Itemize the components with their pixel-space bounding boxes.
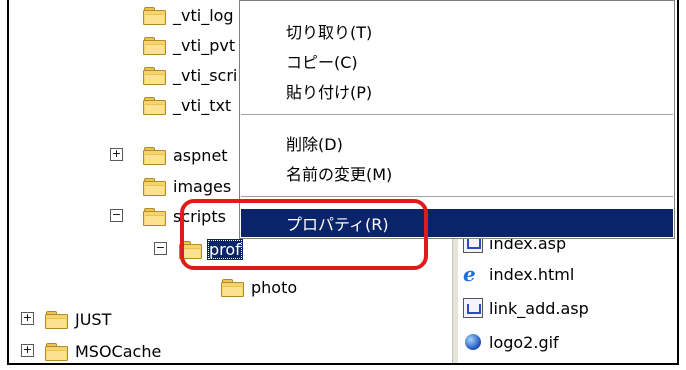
tree-item-photo[interactable]: photo [221, 272, 299, 302]
collapse-button[interactable]: − [110, 209, 123, 222]
file-item-index-html[interactable]: e index.html [463, 259, 574, 289]
menu-item-copy[interactable]: コピー(C) [241, 47, 673, 75]
folder-icon [45, 310, 68, 329]
folder-icon [143, 66, 166, 85]
menu-separator [241, 114, 673, 116]
tree-item-label: _vti_scri [173, 65, 238, 85]
file-item-logo2-gif[interactable]: logo2.gif [463, 327, 559, 357]
file-label: index.html [489, 264, 575, 284]
collapse-button[interactable]: − [154, 242, 167, 255]
tree-item-vti-log[interactable]: _vti_log [143, 0, 236, 30]
file-label: link_add.asp [489, 298, 589, 318]
tree-item-label: aspnet [173, 145, 228, 165]
tree-item-label: scripts [173, 206, 226, 226]
folder-icon [143, 96, 166, 115]
tree-item-label: images [173, 176, 232, 196]
expand-button[interactable]: + [21, 312, 34, 325]
menu-separator [241, 196, 673, 198]
tree-item-label: MSOCache [75, 341, 162, 361]
folder-icon [143, 207, 166, 226]
tree-item-label: _vti_log [173, 5, 234, 25]
folder-icon [143, 177, 166, 196]
tree-item-label: _vti_txt [173, 95, 232, 115]
ie-html-icon: e [463, 262, 476, 286]
tree-item-label: photo [251, 277, 298, 297]
tree-item-prof[interactable]: prof [179, 234, 243, 264]
folder-icon [143, 146, 166, 165]
file-label: logo2.gif [489, 332, 559, 352]
menu-item-properties[interactable]: プロパティ(R) [241, 209, 673, 237]
menu-item-rename[interactable]: 名前の変更(M) [241, 159, 673, 187]
tree-item-vti-txt[interactable]: _vti_txt [143, 90, 233, 120]
tree-item-scripts[interactable]: scripts [143, 201, 228, 231]
tree-item-label: prof [207, 238, 243, 260]
folder-icon [143, 36, 166, 55]
expand-button[interactable]: + [110, 148, 123, 161]
expand-button[interactable]: + [21, 344, 34, 357]
tree-item-msocache[interactable]: MSOCache [45, 336, 163, 366]
open-folder-icon [179, 240, 202, 259]
folder-icon [45, 342, 68, 361]
tree-item-vti-pvt[interactable]: _vti_pvt [143, 30, 237, 60]
file-item-link-add-asp[interactable]: link_add.asp [463, 293, 589, 323]
context-menu: 切り取り(T) コピー(C) 貼り付け(P) 削除(D) 名前の変更(M) プロ… [239, 0, 675, 239]
tree-item-vti-scr[interactable]: _vti_scri [143, 60, 239, 90]
tree-item-label: _vti_pvt [173, 35, 236, 55]
folder-icon [143, 6, 166, 25]
folder-icon [221, 278, 244, 297]
menu-item-delete[interactable]: 削除(D) [241, 129, 673, 157]
tree-item-images[interactable]: images [143, 171, 233, 201]
asp-doc-icon [463, 298, 483, 318]
menu-item-paste[interactable]: 貼り付け(P) [241, 77, 673, 105]
menu-item-cut[interactable]: 切り取り(T) [241, 17, 673, 45]
gif-image-icon [465, 334, 481, 350]
tree-item-label: JUST [75, 309, 112, 329]
tree-item-aspnet[interactable]: aspnet [143, 140, 230, 170]
tree-item-just[interactable]: JUST [45, 304, 113, 334]
